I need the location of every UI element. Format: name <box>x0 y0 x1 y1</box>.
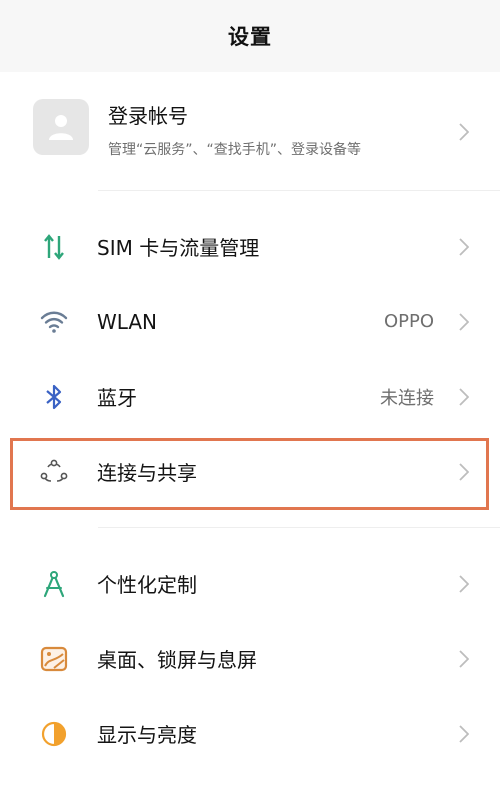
account-login-row[interactable]: 登录帐号 管理“云服务”、“查找手机”、登录设备等 <box>0 72 500 190</box>
brightness-icon <box>38 718 70 750</box>
settings-item-label: 连接与共享 <box>97 461 197 485</box>
settings-item-label: SIM 卡与流量管理 <box>97 236 260 260</box>
settings-item-value: 未连接 <box>380 387 434 409</box>
account-subtitle: 管理“云服务”、“查找手机”、登录设备等 <box>108 142 362 158</box>
settings-item-sim[interactable]: SIM 卡与流量管理 <box>0 209 500 284</box>
chevron-right-icon <box>458 724 470 744</box>
settings-item-wallpaper[interactable]: 桌面、锁屏与息屏 <box>0 621 500 696</box>
bluetooth-icon <box>38 381 70 413</box>
settings-item-bluetooth[interactable]: 蓝牙 未连接 <box>0 359 500 434</box>
settings-item-display-brightness[interactable]: 显示与亮度 <box>0 696 500 771</box>
sim-data-icon <box>38 231 70 263</box>
settings-item-connection-share[interactable]: 连接与共享 <box>0 434 500 509</box>
settings-item-label: 显示与亮度 <box>97 723 197 747</box>
settings-item-label: 个性化定制 <box>97 573 197 597</box>
connection-share-icon <box>38 456 70 488</box>
chevron-right-icon <box>458 122 470 142</box>
chevron-right-icon <box>458 387 470 407</box>
chevron-right-icon <box>458 462 470 482</box>
settings-item-label: 蓝牙 <box>97 386 137 410</box>
settings-item-wlan[interactable]: WLAN OPPO <box>0 284 500 359</box>
header-bar: 设置 <box>0 0 500 72</box>
wallpaper-icon <box>38 643 70 675</box>
settings-item-label: WLAN <box>97 309 158 334</box>
account-title: 登录帐号 <box>108 104 188 128</box>
compass-icon <box>38 568 70 600</box>
wifi-icon <box>38 306 70 338</box>
chevron-right-icon <box>458 237 470 257</box>
page-title: 设置 <box>228 25 272 49</box>
settings-item-label: 桌面、锁屏与息屏 <box>97 648 257 672</box>
chevron-right-icon <box>458 312 470 332</box>
settings-item-personalization[interactable]: 个性化定制 <box>0 546 500 621</box>
user-icon <box>33 99 89 155</box>
settings-item-value: OPPO <box>383 311 434 332</box>
chevron-right-icon <box>458 574 470 594</box>
chevron-right-icon <box>458 649 470 669</box>
